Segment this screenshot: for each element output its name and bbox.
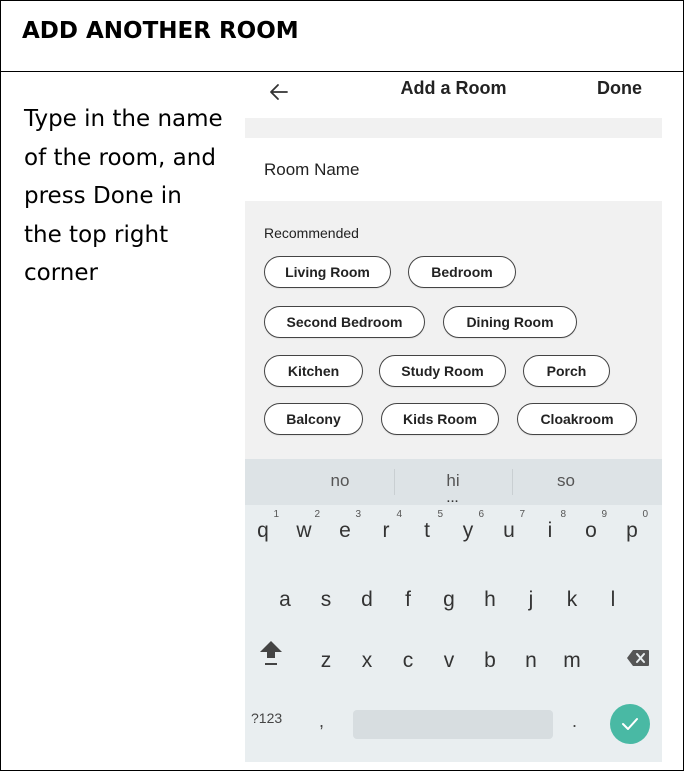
chip-living-room[interactable]: Living Room (264, 256, 391, 288)
suggestion-bar: no hi ... so (245, 459, 662, 505)
key-p[interactable]: 0p (614, 505, 650, 553)
suggestion-so[interactable]: so (501, 471, 631, 491)
instruction-text: Type in the name of the room, and press … (24, 106, 223, 286)
chip-cloakroom[interactable]: Cloakroom (517, 403, 637, 435)
key-x[interactable]: x (349, 635, 385, 683)
key-f[interactable]: f (390, 574, 426, 622)
enter-key[interactable] (610, 704, 650, 744)
chip-second-bedroom[interactable]: Second Bedroom (264, 306, 425, 338)
key-m[interactable]: m (554, 635, 590, 683)
period-key[interactable]: . (572, 711, 577, 732)
done-button[interactable]: Done (597, 78, 642, 99)
chip-porch[interactable]: Porch (523, 355, 610, 387)
chip-kitchen[interactable]: Kitchen (264, 355, 363, 387)
chip-dining-room[interactable]: Dining Room (443, 306, 577, 338)
symbols-key[interactable]: ?123 (251, 710, 291, 726)
key-j[interactable]: j (513, 574, 549, 622)
key-l[interactable]: l (595, 574, 631, 622)
suggestion-hi[interactable]: hi (388, 471, 518, 491)
space-bar[interactable] (353, 710, 553, 739)
key-n[interactable]: n (513, 635, 549, 683)
more-suggestions-icon: ... (446, 493, 460, 505)
room-name-row (245, 138, 662, 201)
key-w[interactable]: 2w (286, 505, 322, 553)
key-t[interactable]: 5t (409, 505, 445, 553)
key-i[interactable]: 8i (532, 505, 568, 553)
key-h[interactable]: h (472, 574, 508, 622)
key-v[interactable]: v (431, 635, 467, 683)
chip-study-room[interactable]: Study Room (379, 355, 506, 387)
key-d[interactable]: d (349, 574, 385, 622)
spacer-strip (245, 118, 662, 138)
key-b[interactable]: b (472, 635, 508, 683)
chip-kids-room[interactable]: Kids Room (381, 403, 499, 435)
key-u[interactable]: 7u (491, 505, 527, 553)
key-q[interactable]: 1q (245, 505, 281, 553)
key-k[interactable]: k (554, 574, 590, 622)
key-s[interactable]: s (308, 574, 344, 622)
soft-keyboard: no hi ... so 1q 2w 3e 4r 5t 6y 7u 8i 9o … (245, 459, 662, 762)
key-a[interactable]: a (267, 574, 303, 622)
shift-arrow-icon[interactable] (257, 638, 285, 668)
app-bar: Add a Room Done (245, 72, 662, 118)
suggestion-no[interactable]: no (275, 471, 405, 491)
chip-balcony[interactable]: Balcony (264, 403, 363, 435)
key-r[interactable]: 4r (368, 505, 404, 553)
chip-bedroom[interactable]: Bedroom (408, 256, 516, 288)
key-g[interactable]: g (431, 574, 467, 622)
frame-top-border (1, 0, 684, 1)
recommended-panel: Recommended Living Room Bedroom Second B… (245, 201, 662, 459)
room-name-input[interactable] (264, 156, 644, 184)
key-e[interactable]: 3e (327, 505, 363, 553)
key-c[interactable]: c (390, 635, 426, 683)
slide-heading: ADD ANOTHER ROOM (22, 18, 299, 44)
recommended-label: Recommended (264, 225, 359, 241)
backspace-icon[interactable] (626, 649, 650, 667)
phone-screen: Add a Room Done Recommended Living Room … (245, 72, 662, 762)
comma-key[interactable]: , (319, 711, 324, 732)
checkmark-icon (622, 718, 638, 730)
key-o[interactable]: 9o (573, 505, 609, 553)
key-z[interactable]: z (308, 635, 344, 683)
key-y[interactable]: 6y (450, 505, 486, 553)
